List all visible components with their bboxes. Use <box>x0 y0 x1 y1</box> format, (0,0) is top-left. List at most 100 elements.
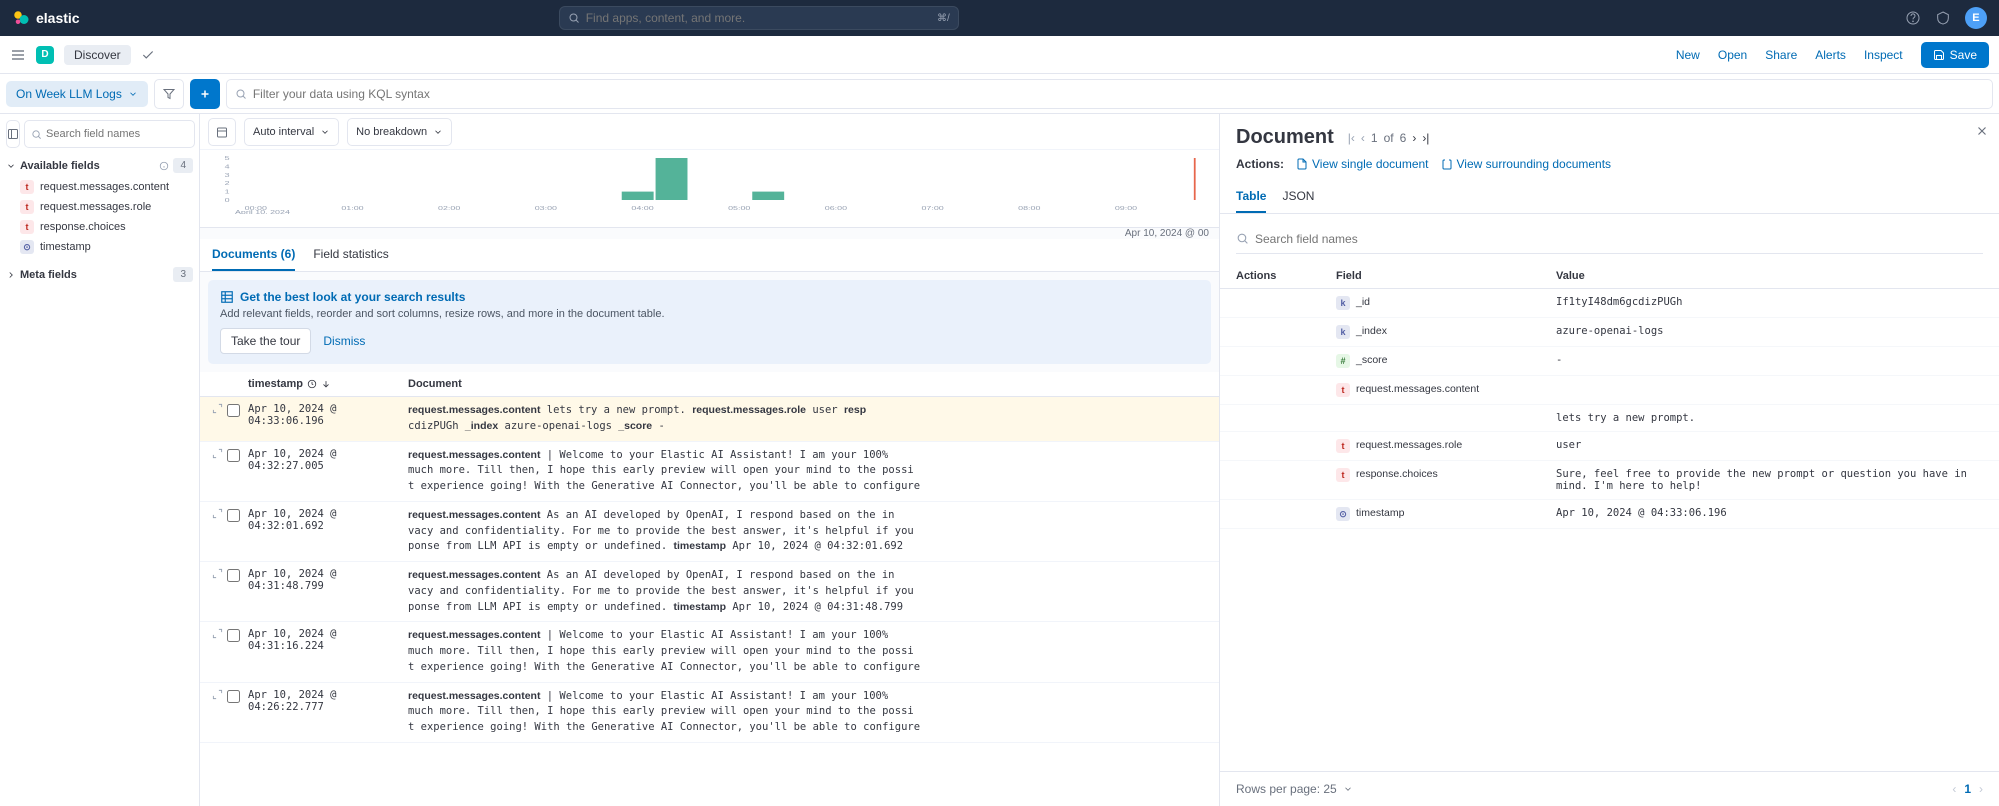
flyout-field-search[interactable] <box>1236 224 1983 254</box>
kql-input[interactable] <box>253 87 1984 101</box>
pager-next[interactable]: › <box>1412 131 1416 145</box>
field-item[interactable]: trequest.messages.content <box>6 177 193 197</box>
share-link[interactable]: Share <box>1765 48 1797 62</box>
take-tour-button[interactable]: Take the tour <box>220 328 311 354</box>
flyout-table-header: Actions Field Value <box>1220 264 1999 289</box>
view-single-document-link[interactable]: View single document <box>1296 157 1429 171</box>
search-icon <box>31 129 42 140</box>
save-button[interactable]: Save <box>1921 42 1989 68</box>
kql-bar[interactable] <box>226 79 1993 109</box>
nav-toggle-icon[interactable] <box>10 47 26 63</box>
sidebar-collapse-button[interactable] <box>6 120 20 148</box>
dismiss-link[interactable]: Dismiss <box>323 334 365 348</box>
expand-icon[interactable] <box>212 448 223 459</box>
flyout-field-row[interactable]: #_score - <box>1220 347 1999 376</box>
field-value: Sure, feel free to provide the new promp… <box>1556 468 1983 492</box>
text-type-icon: t <box>20 200 34 214</box>
table-row[interactable]: Apr 10, 2024 @ 04:31:48.799request.messa… <box>200 562 1219 622</box>
row-checkbox[interactable] <box>227 449 240 462</box>
flyout-field-row[interactable]: trequest.messages.roleuser <box>1220 432 1999 461</box>
help-icon[interactable] <box>1905 10 1921 26</box>
table-row[interactable]: Apr 10, 2024 @ 04:32:01.692request.messa… <box>200 502 1219 562</box>
meta-fields-section[interactable]: Meta fields 3 <box>6 267 193 282</box>
field-item[interactable]: trequest.messages.role <box>6 197 193 217</box>
expand-icon[interactable] <box>212 689 223 700</box>
dataview-selector[interactable]: On Week LLM Logs <box>6 81 148 107</box>
calendar-button[interactable] <box>208 118 236 146</box>
page-prev[interactable]: ‹ <box>1952 782 1956 796</box>
row-document: request.messages.content As an AI develo… <box>408 508 1207 555</box>
interval-dropdown[interactable]: Auto interval <box>244 118 339 146</box>
flyout-field-row[interactable]: k_indexazure-openai-logs <box>1220 318 1999 347</box>
flyout-tab-json[interactable]: JSON <box>1282 189 1314 213</box>
text-type-icon: t <box>20 220 34 234</box>
field-name: k_id <box>1336 296 1556 310</box>
flyout-field-search-input[interactable] <box>1255 232 1983 246</box>
row-timestamp: Apr 10, 2024 @ 04:31:48.799 <box>248 568 408 615</box>
flyout-field-row[interactable]: trequest.messages.content <box>1220 376 1999 405</box>
pager-last[interactable]: ›| <box>1422 131 1429 145</box>
row-document: request.messages.content | Welcome to yo… <box>408 689 1207 736</box>
col-timestamp[interactable]: timestamp <box>248 378 408 390</box>
flyout-tabs: Table JSON <box>1220 179 1999 214</box>
alerts-link[interactable]: Alerts <box>1815 48 1846 62</box>
svg-text:3: 3 <box>225 172 230 178</box>
chevron-down-icon <box>6 161 16 171</box>
row-checkbox[interactable] <box>227 629 240 642</box>
global-search-input[interactable] <box>586 11 931 25</box>
row-timestamp: Apr 10, 2024 @ 04:32:01.692 <box>248 508 408 555</box>
row-checkbox[interactable] <box>227 509 240 522</box>
table-row[interactable]: Apr 10, 2024 @ 04:32:27.005request.messa… <box>200 442 1219 502</box>
document-flyout: Document |‹ ‹ 1 of 6 › ›| Actions: View … <box>1219 114 1999 806</box>
col-document[interactable]: Document <box>408 378 1207 390</box>
new-link[interactable]: New <box>1676 48 1700 62</box>
field-item[interactable]: tresponse.choices <box>6 217 193 237</box>
filter-settings-button[interactable] <box>154 79 184 109</box>
table-row[interactable]: Apr 10, 2024 @ 04:33:06.196request.messa… <box>200 397 1219 442</box>
app-name[interactable]: Discover <box>64 45 131 65</box>
flyout-field-row[interactable]: ⊙timestampApr 10, 2024 @ 04:33:06.196 <box>1220 500 1999 529</box>
histogram-chart[interactable]: 01234500:0001:0002:0003:0004:0005:0006:0… <box>200 150 1219 228</box>
row-checkbox[interactable] <box>227 404 240 417</box>
tab-field-statistics[interactable]: Field statistics <box>313 247 388 271</box>
view-surrounding-documents-link[interactable]: View surrounding documents <box>1441 157 1612 171</box>
row-checkbox[interactable] <box>227 569 240 582</box>
calendar-icon <box>216 126 228 138</box>
expand-icon[interactable] <box>212 508 223 519</box>
global-search[interactable]: ⌘/ <box>559 6 959 30</box>
inspect-link[interactable]: Inspect <box>1864 48 1903 62</box>
promo-banner: Get the best look at your search results… <box>208 280 1211 364</box>
flyout-tab-table[interactable]: Table <box>1236 189 1266 213</box>
page-next[interactable]: › <box>1979 782 1983 796</box>
tab-documents[interactable]: Documents (6) <box>212 247 295 271</box>
field-name: trequest.messages.role <box>1336 439 1556 453</box>
newsfeed-icon[interactable] <box>1935 10 1951 26</box>
add-filter-button[interactable] <box>190 79 220 109</box>
sort-desc-icon <box>321 379 331 389</box>
pager-prev[interactable]: ‹ <box>1361 131 1365 145</box>
row-timestamp: Apr 10, 2024 @ 04:32:27.005 <box>248 448 408 495</box>
field-value <box>1556 383 1983 397</box>
table-row[interactable]: Apr 10, 2024 @ 04:26:22.777request.messa… <box>200 683 1219 743</box>
expand-icon[interactable] <box>212 403 223 414</box>
available-fields-section[interactable]: Available fields 4 <box>6 158 193 173</box>
flyout-field-row[interactable]: k_idIf1tyI48dm6gcdizPUGh <box>1220 289 1999 318</box>
table-row[interactable]: Apr 10, 2024 @ 04:31:16.224request.messa… <box>200 622 1219 682</box>
breakdown-dropdown[interactable]: No breakdown <box>347 118 452 146</box>
field-search[interactable] <box>24 120 195 148</box>
rows-per-page[interactable]: Rows per page: 25 <box>1236 782 1353 796</box>
open-link[interactable]: Open <box>1718 48 1747 62</box>
row-checkbox[interactable] <box>227 690 240 703</box>
field-item[interactable]: ⊙timestamp <box>6 237 193 257</box>
close-button[interactable] <box>1975 124 1989 138</box>
chart-range-label: Apr 10, 2024 @ 00 <box>200 228 1219 239</box>
expand-icon[interactable] <box>212 628 223 639</box>
pager-first[interactable]: |‹ <box>1348 131 1355 145</box>
expand-icon[interactable] <box>212 568 223 579</box>
avatar[interactable]: E <box>1965 7 1987 29</box>
flyout-field-row[interactable]: lets try a new prompt. <box>1220 405 1999 432</box>
field-search-input[interactable] <box>46 128 188 140</box>
svg-text:03:00: 03:00 <box>535 205 557 211</box>
flyout-field-row[interactable]: tresponse.choicesSure, feel free to prov… <box>1220 461 1999 500</box>
elastic-logo[interactable]: elastic <box>12 9 80 27</box>
